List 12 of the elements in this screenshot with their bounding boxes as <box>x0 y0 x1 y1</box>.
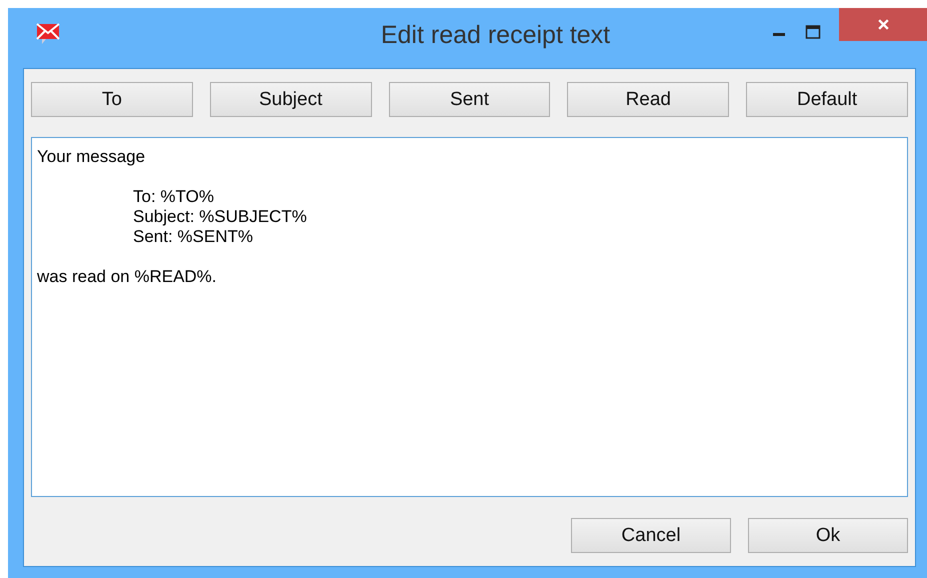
envelope-icon <box>36 23 60 45</box>
insert-button[interactable]: Subject <box>210 82 372 117</box>
insert-button[interactable]: Read <box>567 82 730 117</box>
maximize-icon[interactable] <box>805 24 821 40</box>
insert-button[interactable]: To <box>31 82 193 117</box>
dialog-button[interactable]: Cancel <box>571 518 731 553</box>
window-title: Edit read receipt text <box>380 20 612 50</box>
text-editor[interactable]: Your message To: %TO% Subject: %SUBJECT% Sent: %SENT% was read on %READ%. <box>31 137 908 497</box>
insert-button[interactable]: Default <box>746 82 908 117</box>
dialog-button[interactable]: Ok <box>748 518 908 553</box>
close-icon <box>876 18 890 31</box>
insert-button[interactable]: Sent <box>388 82 550 117</box>
